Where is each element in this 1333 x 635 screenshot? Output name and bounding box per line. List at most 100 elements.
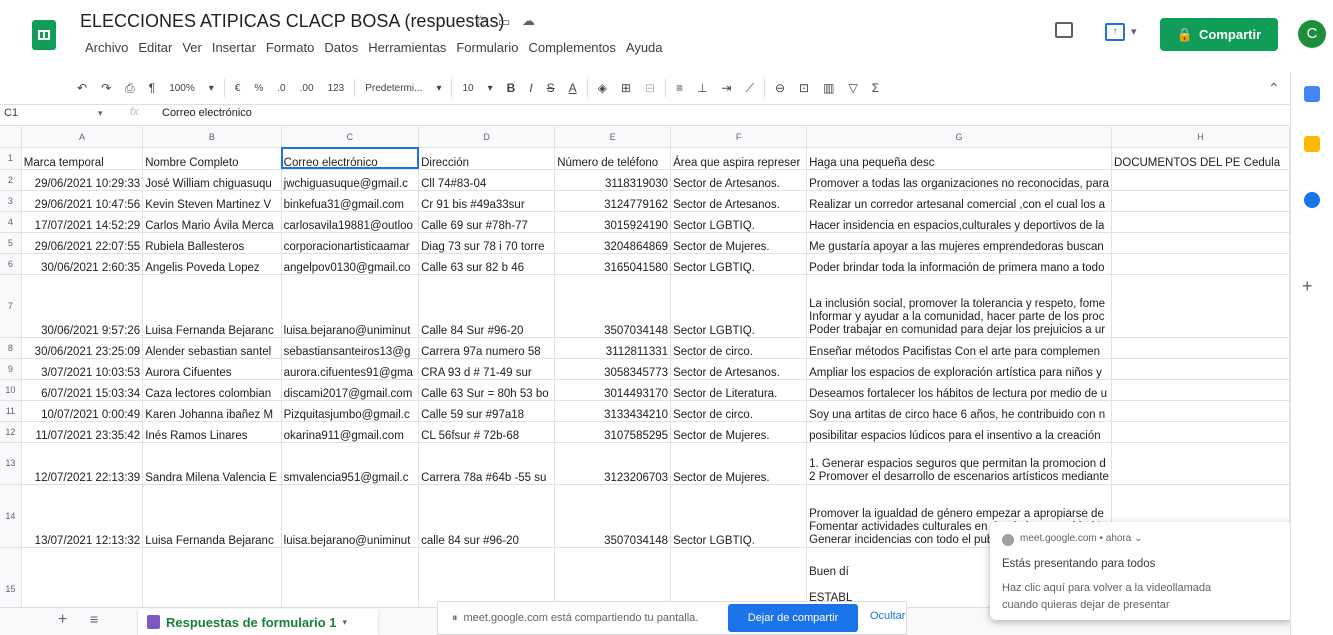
add-sheet-icon[interactable]: + — [58, 611, 67, 629]
table-cell[interactable]: Soy una artitas de circo hace 6 años, he… — [806, 400, 1112, 422]
select-all-corner[interactable] — [0, 127, 22, 148]
table-cell[interactable]: 3124779162 — [554, 190, 672, 212]
row-header[interactable]: 1 — [0, 147, 22, 170]
share-button[interactable]: 🔒 Compartir — [1160, 18, 1278, 51]
table-cell[interactable]: Aurora Cifuentes — [142, 358, 282, 380]
header-cell[interactable]: Dirección — [418, 147, 556, 170]
table-cell[interactable]: luisa.bejarano@uniminut — [281, 484, 420, 548]
table-cell[interactable]: Luisa Fernanda Bejaranc — [142, 274, 282, 338]
header-cell[interactable]: Área que aspira represer — [670, 147, 808, 170]
header-cell-selected[interactable]: Correo electrónico — [281, 147, 420, 170]
insert-link-icon[interactable]: ⊖ — [768, 81, 792, 95]
table-cell[interactable]: Sector de circo. — [670, 400, 808, 422]
table-cell[interactable]: Cll 74#83-04 — [418, 169, 556, 191]
table-cell[interactable]: okarina911@gmail.com — [281, 421, 420, 443]
table-cell[interactable]: smvalencia951@gmail.c — [281, 442, 420, 485]
table-cell[interactable]: Sector de Mujeres. — [670, 442, 808, 485]
table-cell[interactable]: La inclusión social, promover la toleran… — [806, 274, 1112, 338]
column-header-a[interactable]: A — [21, 127, 144, 148]
collapse-menus-icon[interactable]: ⌃ — [1268, 80, 1280, 97]
column-header-h[interactable]: H — [1111, 127, 1290, 148]
table-cell[interactable]: Sector de circo. — [670, 337, 808, 359]
table-cell[interactable]: 3507034148 — [554, 274, 672, 338]
table-cell[interactable]: 30/06/2021 2:60:35 — [21, 253, 144, 275]
undo-icon[interactable]: ↶ — [70, 81, 94, 95]
table-cell[interactable] — [1111, 358, 1290, 380]
functions-button[interactable]: Σ — [865, 81, 886, 95]
notification-body[interactable]: Haz clic aquí para volver a la videollam… — [1002, 580, 1242, 614]
table-cell[interactable] — [1111, 442, 1290, 485]
merge-cells-icon[interactable]: ⊟ — [638, 81, 662, 95]
table-cell[interactable] — [1111, 337, 1290, 359]
table-cell[interactable]: 11/07/2021 23:35:42 — [21, 421, 144, 443]
table-cell[interactable]: Cr 91 bis #49a33sur — [418, 190, 556, 212]
text-wrap-icon[interactable]: ⇥ — [715, 81, 739, 95]
table-cell[interactable]: 3014493170 — [554, 379, 672, 401]
menu-archivo[interactable]: Archivo — [80, 40, 133, 58]
row-header[interactable]: 3 — [0, 190, 22, 212]
table-cell[interactable]: Deseamos fortalecer los hábitos de lectu… — [806, 379, 1112, 401]
borders-icon[interactable]: ⊞ — [614, 81, 638, 95]
strikethrough-button[interactable]: S — [540, 81, 562, 95]
table-cell[interactable]: 3015924190 — [554, 211, 672, 233]
all-sheets-icon[interactable]: ≡ — [90, 611, 98, 627]
italic-button[interactable]: I — [522, 81, 539, 95]
paint-format-icon[interactable]: ¶ — [142, 81, 162, 95]
table-cell[interactable]: 29/06/2021 22:07:55 — [21, 232, 144, 254]
column-header-f[interactable]: F — [670, 127, 808, 148]
horizontal-align-icon[interactable]: ≡ — [669, 81, 690, 95]
bold-button[interactable]: B — [500, 81, 523, 95]
table-cell[interactable]: Caza lectores colombian — [142, 379, 282, 401]
table-cell[interactable]: Sector de Mujeres. — [670, 232, 808, 254]
table-cell[interactable]: calle 84 sur #96-20 — [418, 484, 556, 548]
header-cell[interactable]: Nombre Completo — [142, 147, 282, 170]
insert-chart-icon[interactable]: ▥ — [816, 81, 841, 95]
table-cell[interactable]: discami2017@gmail.com — [281, 379, 420, 401]
header-cell[interactable]: Marca temporal — [21, 147, 144, 170]
table-cell[interactable]: carlosavila19881@outloo — [281, 211, 420, 233]
vertical-align-icon[interactable]: ⊥ — [690, 81, 714, 95]
formula-input[interactable]: Correo electrónico — [162, 107, 252, 119]
filter-icon[interactable]: ▽ — [841, 81, 864, 95]
table-cell[interactable]: 3118319030 — [554, 169, 672, 191]
table-cell[interactable] — [554, 547, 672, 607]
table-cell[interactable]: Sector de Artesanos. — [670, 190, 808, 212]
table-cell[interactable]: Sector LGBTIQ. — [670, 253, 808, 275]
table-cell[interactable] — [142, 547, 282, 607]
table-cell[interactable]: Ampliar los espacios de exploración artí… — [806, 358, 1112, 380]
insert-comment-icon[interactable]: ⊡ — [792, 81, 816, 95]
table-cell[interactable]: Diag 73 sur 78 i 70 torre — [418, 232, 556, 254]
table-cell[interactable]: 3058345773 — [554, 358, 672, 380]
table-cell[interactable]: 30/06/2021 9:57:26 — [21, 274, 144, 338]
table-cell[interactable] — [670, 547, 808, 607]
table-cell[interactable]: Pizquitasjumbo@gmail.c — [281, 400, 420, 422]
row-header[interactable]: 5 — [0, 232, 22, 254]
table-cell[interactable]: CRA 93 d # 71-49 sur — [418, 358, 556, 380]
decrease-decimals-button[interactable]: .0 — [270, 83, 292, 94]
table-cell[interactable]: 3123206703 — [554, 442, 672, 485]
calendar-icon[interactable] — [1304, 86, 1320, 102]
table-cell[interactable]: Sector de Literatura. — [670, 379, 808, 401]
currency-format-button[interactable]: € — [228, 83, 248, 94]
table-cell[interactable]: Sector LGBTIQ. — [670, 211, 808, 233]
font-size-dropdown-icon[interactable]: ▾ — [481, 83, 500, 94]
menu-editar[interactable]: Editar — [133, 40, 177, 58]
increase-decimals-button[interactable]: .00 — [293, 83, 321, 94]
table-cell[interactable]: 1. Generar espacios seguros que permitan… — [806, 442, 1112, 485]
row-header[interactable]: 8 — [0, 337, 22, 359]
font-select[interactable]: Predetermi... — [358, 83, 429, 94]
table-cell[interactable]: Inés Ramos Linares — [142, 421, 282, 443]
percent-format-button[interactable]: % — [247, 83, 270, 94]
row-header[interactable]: 9 — [0, 358, 22, 380]
table-cell[interactable]: Kevin Steven Martinez V — [142, 190, 282, 212]
table-cell[interactable]: Sector de Mujeres. — [670, 421, 808, 443]
header-cell[interactable]: Haga una pequeña desc — [806, 147, 1112, 170]
table-cell[interactable]: Calle 84 Sur #96-20 — [418, 274, 556, 338]
row-header[interactable]: 6 — [0, 253, 22, 275]
table-cell[interactable]: José William chiguasuqu — [142, 169, 282, 191]
table-cell[interactable]: 3507034148 — [554, 484, 672, 548]
column-header-d[interactable]: D — [418, 127, 556, 148]
table-cell[interactable]: Enseñar métodos Pacifistas Con el arte p… — [806, 337, 1112, 359]
table-cell[interactable]: Sandra Milena Valencia E — [142, 442, 282, 485]
table-cell[interactable] — [418, 547, 556, 607]
